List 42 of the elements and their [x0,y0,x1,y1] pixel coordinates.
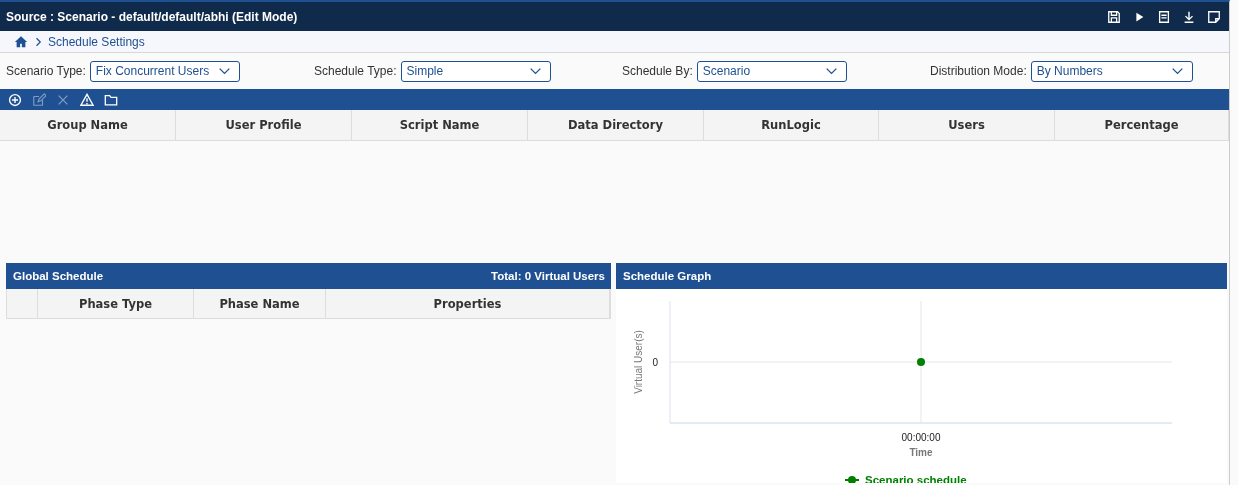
column-header[interactable]: User Profile [176,110,352,140]
panel-title: Global Schedule [13,270,104,282]
column-header[interactable]: Group Name [0,110,176,140]
chevron-icon [34,35,42,48]
chevron-down-icon[interactable] [1170,67,1184,75]
column-header[interactable]: Script Name [352,110,528,140]
list-icon[interactable] [1157,9,1171,24]
folder-icon[interactable] [104,92,118,107]
home-icon[interactable] [14,34,28,49]
column-header[interactable]: Phase Type [38,289,194,318]
data-point [917,358,925,366]
field-label: Distribution Mode: [930,64,1027,78]
column-header[interactable]: Phase Name [194,289,326,318]
tick-label: 0 [652,357,658,368]
column-header[interactable]: Properties [326,289,610,318]
total-users: Total: 0 Virtual Users [491,270,605,282]
dropdown[interactable]: Simple [400,60,551,82]
column-header[interactable]: Percentage [1055,110,1229,140]
chevron-down-icon[interactable] [824,67,838,75]
note-icon[interactable] [1207,9,1221,24]
tick-label: 00:00:00 [901,432,941,443]
save-icon[interactable] [1107,9,1121,24]
chevron-down-icon[interactable] [217,67,231,75]
legend-marker [844,476,860,483]
axis-title: Virtual User(s) [633,330,644,394]
field-label: Schedule Type: [314,64,397,78]
column-header[interactable]: RunLogic [704,110,879,140]
add-icon[interactable] [8,92,22,107]
dropdown[interactable]: Fix Concurrent Users [89,60,240,82]
breadcrumb-link[interactable]: Schedule Settings [48,34,145,49]
field-label: Schedule By: [622,64,693,78]
panel-title: Schedule Graph [623,270,712,282]
warning-icon[interactable] [80,92,94,107]
dropdown[interactable]: By Numbers [1030,60,1193,82]
column-header[interactable]: Data Directory [528,110,704,140]
axis-title: Time [909,447,933,458]
dropdown[interactable]: Scenario [696,60,847,82]
download-icon[interactable] [1182,9,1196,24]
chevron-down-icon[interactable] [528,67,542,75]
field-label: Scenario Type: [6,64,86,78]
column-header[interactable]: Users [879,110,1055,140]
window-title: Source : Scenario - default/default/abhi (Edit Mode) [6,9,298,24]
